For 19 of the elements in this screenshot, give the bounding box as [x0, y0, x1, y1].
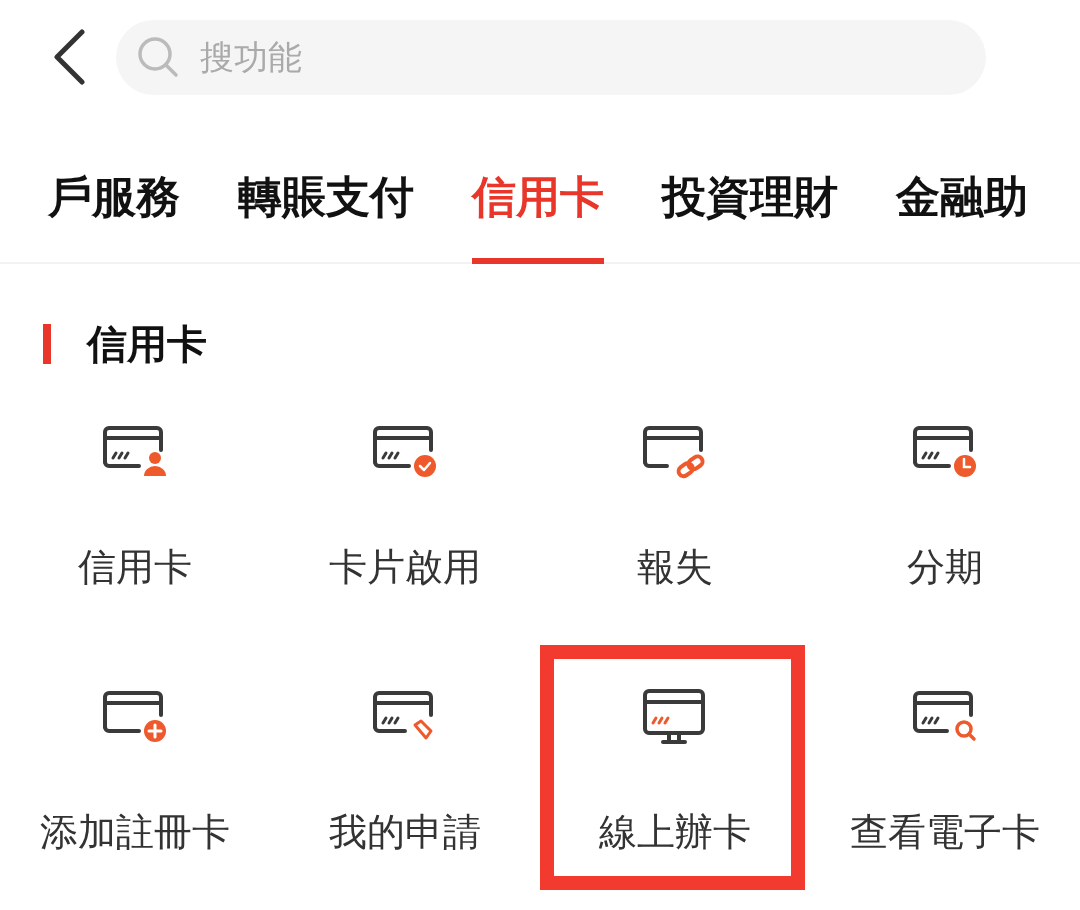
menu-item-label[interactable]: 查看電子卡: [850, 807, 1040, 858]
search-input[interactable]: 搜功能: [198, 36, 802, 78]
tab[interactable]: 金融助: [896, 114, 1028, 264]
tab[interactable]: 投資理財: [662, 114, 838, 264]
menu-item-label[interactable]: 分期: [907, 542, 983, 593]
section-marker: [43, 324, 51, 364]
tab[interactable]: 信用卡: [472, 114, 604, 264]
tab[interactable]: 轉賬支付: [238, 114, 414, 264]
menu-item-label[interactable]: 卡片啟用: [329, 542, 481, 593]
menu-item-label[interactable]: 添加註冊卡: [40, 807, 230, 858]
back-icon[interactable]: [52, 29, 86, 85]
search-field[interactable]: 搜功能: [116, 19, 986, 95]
menu-item-label[interactable]: 報失: [637, 542, 713, 593]
search-icon: [136, 35, 180, 79]
menu-item-label[interactable]: 信用卡: [78, 542, 192, 593]
menu-item-label[interactable]: 我的申請: [329, 807, 481, 858]
section-title: 信用卡: [87, 319, 207, 369]
tab[interactable]: 戶服務: [48, 114, 180, 264]
menu-item-label[interactable]: 線上辦卡: [599, 807, 751, 858]
